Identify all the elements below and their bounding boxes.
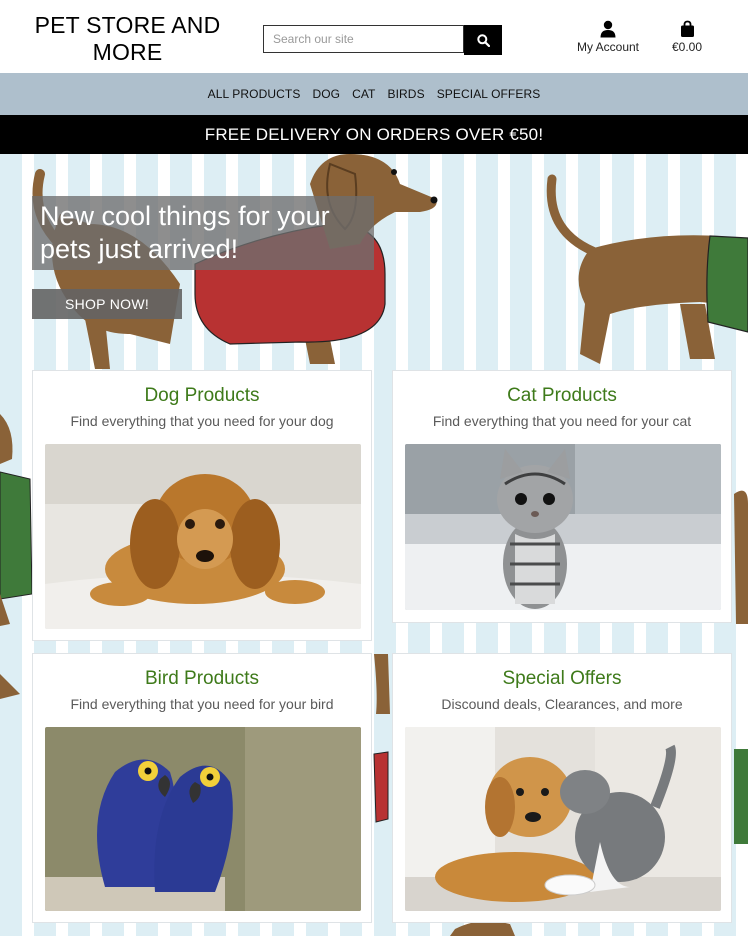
search-button[interactable] — [464, 25, 502, 55]
my-account-label: My Account — [576, 40, 640, 54]
parrots-image — [45, 727, 361, 911]
category-card-special-offers[interactable]: Special Offers Discound deals, Clearance… — [392, 653, 732, 923]
nav-item-dog[interactable]: DOG — [306, 87, 346, 101]
search-form — [263, 25, 502, 55]
dog-and-cat-photo[interactable] — [405, 727, 721, 911]
nav-item-birds[interactable]: BIRDS — [382, 87, 431, 101]
hero-section: New cool things for your pets just arriv… — [0, 154, 748, 936]
hero-headline: New cool things for your pets just arriv… — [32, 196, 374, 270]
nav-item-cat[interactable]: CAT — [346, 87, 381, 101]
category-card-bird[interactable]: Bird Products Find everything that you n… — [32, 653, 372, 923]
dog-and-cat-image — [405, 727, 721, 911]
card-subtitle: Find everything that you need for your c… — [432, 413, 692, 429]
category-card-cat[interactable]: Cat Products Find everything that you ne… — [392, 370, 732, 623]
card-subtitle: Find everything that you need for your d… — [70, 413, 334, 429]
bag-total: €0.00 — [671, 40, 703, 54]
kitten-image — [405, 444, 721, 610]
brand-logo-text[interactable]: PET STORE AND MORE — [30, 12, 225, 66]
shopping-bag-link[interactable]: €0.00 — [664, 20, 710, 54]
card-title[interactable]: Dog Products — [33, 384, 371, 408]
site-header: PET STORE AND MORE My Account €0.00 — [0, 0, 748, 73]
my-account-link[interactable]: My Account — [570, 20, 646, 54]
search-input[interactable] — [263, 25, 464, 53]
parrots-photo[interactable] — [45, 727, 361, 911]
shop-now-button[interactable]: SHOP NOW! — [32, 289, 182, 319]
card-title[interactable]: Bird Products — [33, 667, 371, 691]
kitten-photo[interactable] — [405, 444, 721, 610]
category-card-dog[interactable]: Dog Products Find everything that you ne… — [32, 370, 372, 641]
card-title[interactable]: Special Offers — [393, 667, 731, 691]
user-icon — [600, 20, 616, 38]
card-subtitle: Find everything that you need for your b… — [70, 696, 334, 712]
puppy-photo[interactable] — [45, 444, 361, 629]
delivery-banner: FREE DELIVERY ON ORDERS OVER €50! — [0, 115, 748, 154]
nav-item-special-offers[interactable]: SPECIAL OFFERS — [431, 87, 547, 101]
card-title[interactable]: Cat Products — [393, 384, 731, 408]
card-subtitle: Discound deals, Clearances, and more — [441, 696, 683, 712]
main-nav: ALL PRODUCTS DOG CAT BIRDS SPECIAL OFFER… — [0, 73, 748, 115]
search-icon — [476, 33, 490, 47]
puppy-image — [45, 444, 361, 629]
nav-item-all-products[interactable]: ALL PRODUCTS — [202, 87, 307, 101]
shopping-bag-icon — [680, 20, 694, 37]
